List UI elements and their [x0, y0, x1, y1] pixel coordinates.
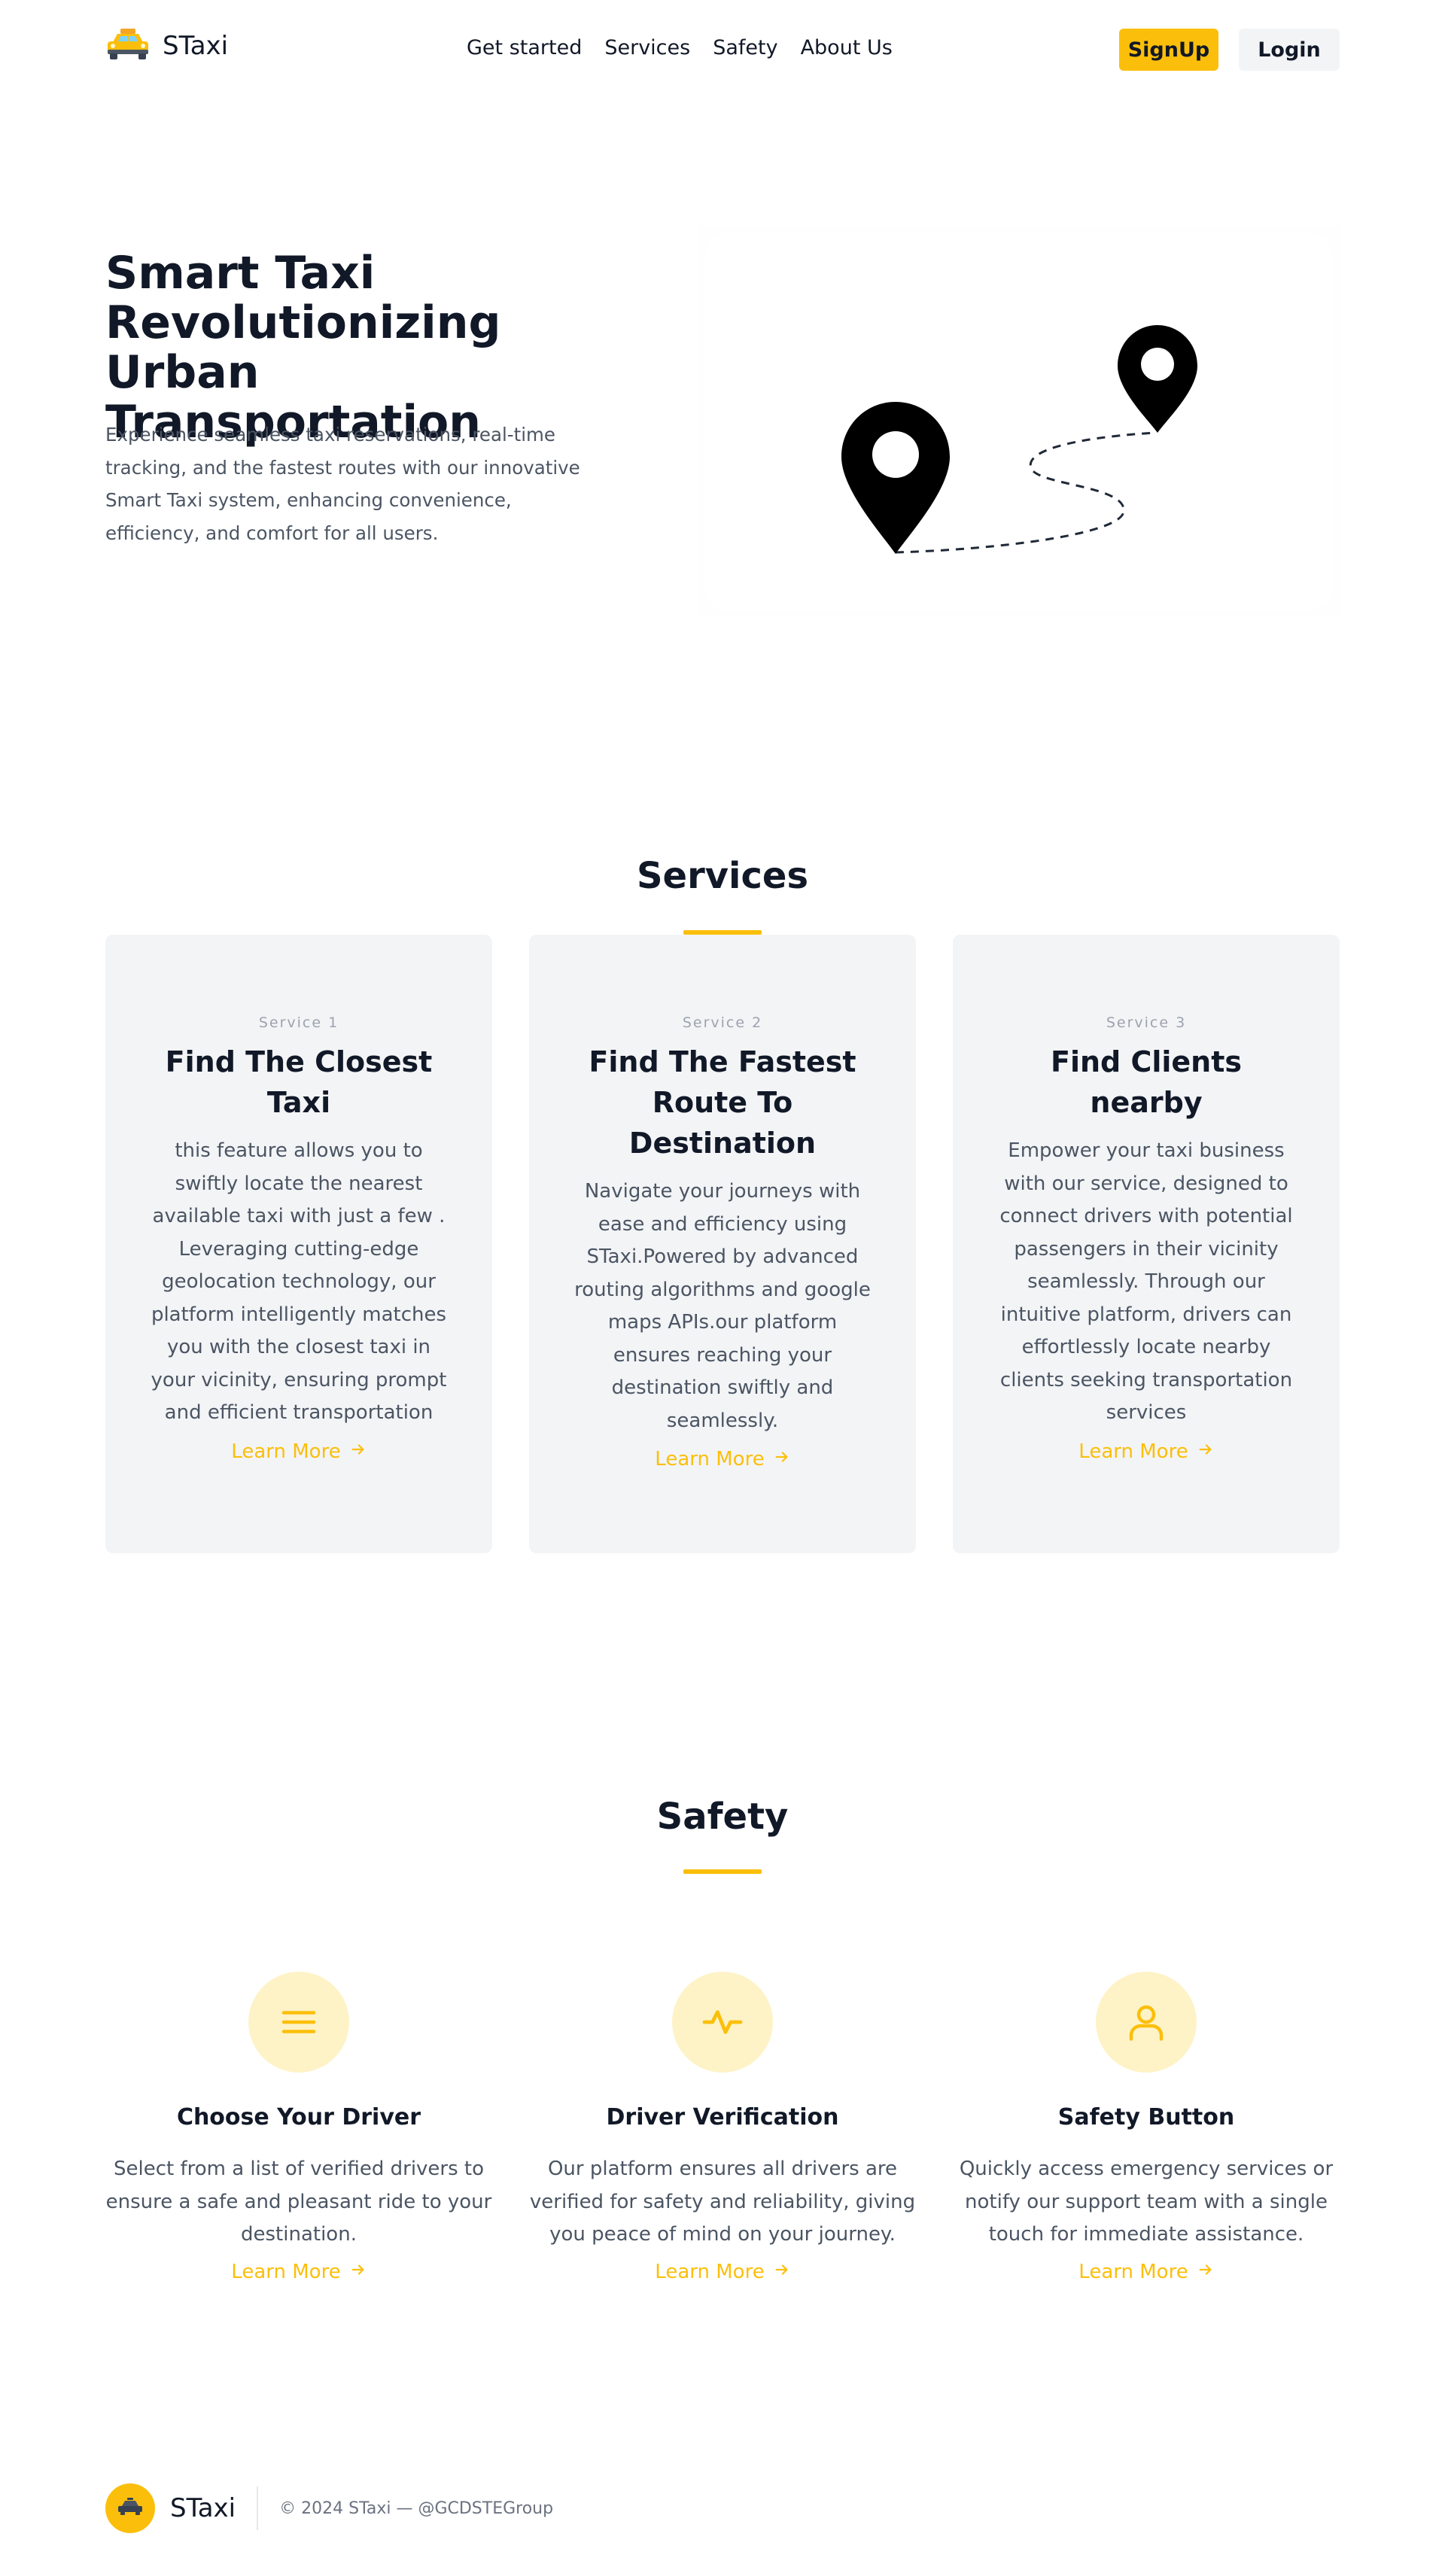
main-nav: Get started Services Safety About Us — [467, 36, 893, 59]
service-title: Find Clients nearby — [1050, 1045, 1242, 1119]
feature-title: Choose Your Driver — [176, 2104, 421, 2130]
feature-description: Our platform ensures all drivers are ver… — [529, 2158, 916, 2246]
footer-copyright: © 2024 STaxi — @GCDSTEGroup — [279, 2498, 554, 2518]
user-icon — [1096, 1972, 1197, 2073]
learn-more-link[interactable]: Learn More — [655, 1448, 789, 1470]
hero-description: Experience seamless taxi reservations, r… — [105, 424, 580, 544]
arrow-right-icon — [350, 1440, 367, 1463]
service-tag: Service 2 — [682, 1014, 763, 1031]
small-map-pin-icon — [1118, 325, 1197, 433]
service-tag: Service 3 — [1106, 1014, 1187, 1031]
feature-choose-driver: Choose Your Driver Select from a list of… — [105, 1972, 492, 2283]
route-illustration — [698, 226, 1340, 617]
learn-more-label: Learn More — [231, 1440, 341, 1463]
learn-more-label: Learn More — [231, 2260, 341, 2283]
feature-safety-button: Safety Button Quickly access emergency s… — [953, 1972, 1340, 2283]
top-navbar: STaxi Get started Services Safety About … — [0, 0, 1445, 102]
arrow-right-icon — [1197, 2261, 1214, 2283]
learn-more-label: Learn More — [1078, 2260, 1188, 2283]
learn-more-link[interactable]: Learn More — [1078, 1440, 1213, 1463]
nav-link-about-us[interactable]: About Us — [801, 36, 893, 59]
login-button[interactable]: Login — [1239, 29, 1340, 71]
safety-title-underline — [683, 1869, 762, 1874]
footer-brand-name: STaxi — [170, 2493, 236, 2523]
service-title: Find The Fastest Route To Destination — [589, 1045, 856, 1160]
hero-title: Smart Taxi Revolutionizing Urban Transpo… — [105, 247, 501, 449]
nav-link-safety[interactable]: Safety — [713, 36, 777, 59]
feature-description: Select from a list of verified drivers t… — [105, 2158, 492, 2246]
learn-more-label: Learn More — [1078, 1440, 1188, 1463]
learn-more-link[interactable]: Learn More — [655, 2261, 789, 2283]
service-tag: Service 1 — [258, 1014, 339, 1031]
learn-more-label: Learn More — [655, 1448, 765, 1470]
menu-icon — [248, 1972, 349, 2073]
service-description: Navigate your journeys with ease and eff… — [574, 1180, 871, 1432]
feature-title: Driver Verification — [606, 2104, 839, 2130]
feature-description: Quickly access emergency services or not… — [959, 2158, 1334, 2246]
arrow-right-icon — [774, 2261, 790, 2283]
brand-name: STaxi — [163, 31, 229, 61]
arrow-right-icon — [774, 1448, 790, 1470]
learn-more-link[interactable]: Learn More — [231, 2261, 366, 2283]
arrow-right-icon — [350, 2261, 367, 2283]
service-description: this feature allows you to swiftly locat… — [151, 1139, 447, 1424]
footer-logo-link[interactable] — [105, 2483, 155, 2533]
taxi-logo-icon — [117, 2498, 144, 2519]
footer: STaxi © 2024 STaxi — @GCDSTEGroup — [105, 2482, 553, 2535]
brand-logo-link[interactable]: STaxi — [105, 27, 228, 65]
feature-title: Safety Button — [1057, 2104, 1235, 2130]
safety-title: Safety — [656, 1796, 789, 1838]
footer-divider — [257, 2486, 259, 2530]
service-card-closest-taxi: Service 1 Find The Closest Taxi this fea… — [105, 935, 492, 1553]
service-description: Empower your taxi business with our serv… — [999, 1139, 1293, 1424]
arrow-right-icon — [1197, 1440, 1214, 1463]
services-title: Services — [636, 855, 809, 897]
nav-link-services[interactable]: Services — [604, 36, 690, 59]
learn-more-link[interactable]: Learn More — [231, 1440, 366, 1463]
learn-more-label: Learn More — [655, 2260, 765, 2283]
feature-driver-verification: Driver Verification Our platform ensures… — [529, 1972, 916, 2283]
service-card-clients-nearby: Service 3 Find Clients nearby Empower yo… — [953, 935, 1340, 1553]
signup-button[interactable]: SignUp — [1119, 29, 1218, 71]
taxi-logo-icon — [105, 27, 151, 65]
large-map-pin-icon — [841, 402, 950, 554]
service-card-fastest-route: Service 2 Find The Fastest Route To Dest… — [529, 935, 916, 1553]
pulse-icon — [672, 1972, 773, 2073]
service-title: Find The Closest Taxi — [165, 1045, 433, 1119]
nav-link-get-started[interactable]: Get started — [467, 36, 582, 59]
learn-more-link[interactable]: Learn More — [1078, 2261, 1213, 2283]
